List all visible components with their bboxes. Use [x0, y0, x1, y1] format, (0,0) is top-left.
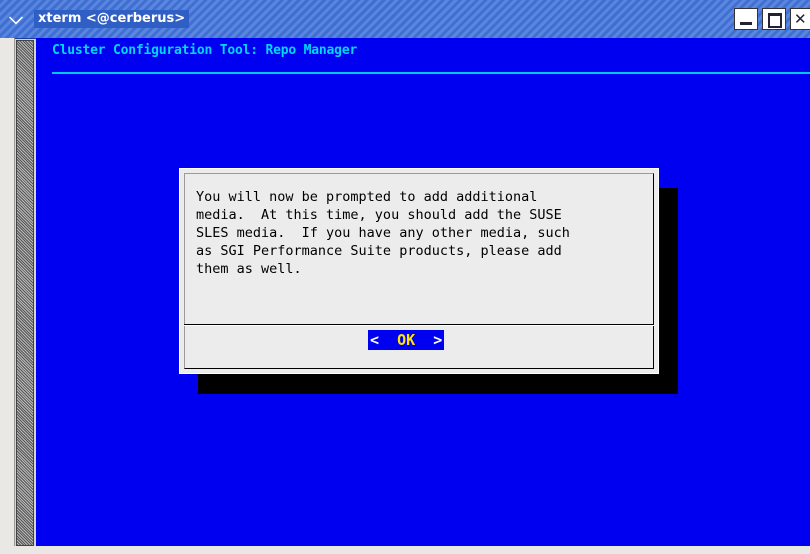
ok-hotkey: O [397, 331, 407, 349]
terminal-screen[interactable]: Cluster Configuration Tool: Repo Manager… [36, 38, 810, 546]
title-divider [52, 72, 810, 74]
message-dialog: You will now be prompted to add addition… [179, 168, 659, 374]
close-icon: ✕ [794, 10, 807, 28]
window-title: xterm <@cerberus> [34, 10, 190, 28]
minimize-button[interactable] [734, 8, 758, 30]
ok-left-bracket: < [370, 331, 398, 349]
title-bar[interactable]: ⌵ xterm <@cerberus> ✕ [0, 0, 810, 39]
xterm-window: ⌵ xterm <@cerberus> ✕ Cluster Configurat… [0, 0, 810, 554]
chevron-down-icon[interactable]: ⌵ [2, 8, 30, 30]
app-title: Cluster Configuration Tool: Repo Manager [52, 43, 358, 58]
dialog-divider-highlight [184, 325, 654, 326]
ok-label-rest: K [406, 331, 416, 349]
close-button[interactable]: ✕ [790, 8, 810, 30]
ok-right-bracket: > [415, 331, 443, 349]
terminal-scrollbar[interactable] [16, 40, 34, 546]
window-frame-left [0, 38, 15, 554]
dialog-message: You will now be prompted to add addition… [196, 189, 570, 277]
maximize-button[interactable] [762, 8, 786, 30]
ok-button[interactable]: < OK > [368, 330, 445, 350]
window-frame-bottom [0, 546, 810, 554]
